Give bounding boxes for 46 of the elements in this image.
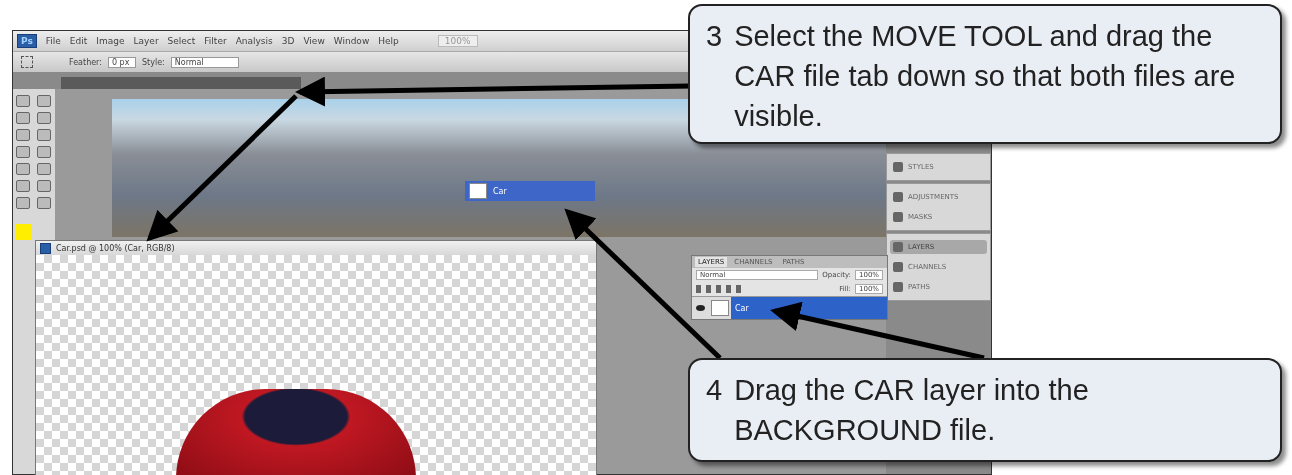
step-number: 3 <box>706 19 723 54</box>
layer-name: Car <box>735 303 749 313</box>
layer-thumbnail <box>469 183 487 199</box>
document-icon <box>40 242 51 254</box>
menu-item[interactable]: Help <box>378 36 399 46</box>
tool-icon[interactable] <box>36 180 51 192</box>
tool-icon[interactable] <box>16 112 30 124</box>
instruction-text: Select the MOVE TOOL and drag the CAR file tab down so that both files are visible. <box>734 19 1237 134</box>
tool-icon[interactable] <box>36 146 51 158</box>
menu-item[interactable]: Edit <box>69 36 88 46</box>
menu-item[interactable]: File <box>45 36 61 46</box>
panel-icon <box>893 162 903 172</box>
menu-item[interactable]: Layer <box>133 36 159 46</box>
menu-item[interactable]: 3D <box>281 36 295 46</box>
tool-icon[interactable] <box>36 95 51 107</box>
dragged-layer[interactable]: Car <box>465 181 595 201</box>
menu-item[interactable]: View <box>303 36 325 46</box>
menu-item[interactable]: Image <box>96 36 125 46</box>
instruction-text: Drag the CAR layer into the BACKGROUND file. <box>734 373 1090 448</box>
tool-icon[interactable] <box>36 112 51 124</box>
menu-item[interactable]: Select <box>167 36 196 46</box>
layer-row[interactable]: Car <box>692 296 887 319</box>
tool-icon[interactable] <box>36 129 51 141</box>
tool-icon[interactable] <box>16 146 30 158</box>
menu-item[interactable]: Filter <box>204 36 227 46</box>
menu-item[interactable]: Analysis <box>235 36 273 46</box>
tool-icon[interactable] <box>16 95 30 107</box>
tool-icon[interactable] <box>16 197 30 209</box>
style-label: Style: <box>141 57 165 67</box>
tool-icon[interactable] <box>36 197 51 209</box>
tool-icon[interactable] <box>16 129 30 141</box>
marquee-icon[interactable] <box>21 56 33 68</box>
tool-icon[interactable] <box>16 163 30 175</box>
layer-name: Car <box>493 186 507 196</box>
app-logo[interactable]: Ps <box>17 34 37 48</box>
step-number: 4 <box>706 373 723 408</box>
eye-icon[interactable] <box>696 305 705 311</box>
layer-thumbnail <box>711 300 729 316</box>
feather-field[interactable]: 0 px <box>107 56 136 68</box>
tool-icon[interactable] <box>36 163 51 175</box>
color-swatch[interactable] <box>16 224 32 240</box>
tool-icon[interactable] <box>16 180 30 192</box>
menu-item[interactable]: Window <box>333 36 370 46</box>
style-dropdown[interactable]: Normal <box>170 56 239 68</box>
feather-label: Feather: <box>69 57 102 67</box>
window-title: Car.psd @ 100% (Car, RGB/8) <box>56 243 175 253</box>
